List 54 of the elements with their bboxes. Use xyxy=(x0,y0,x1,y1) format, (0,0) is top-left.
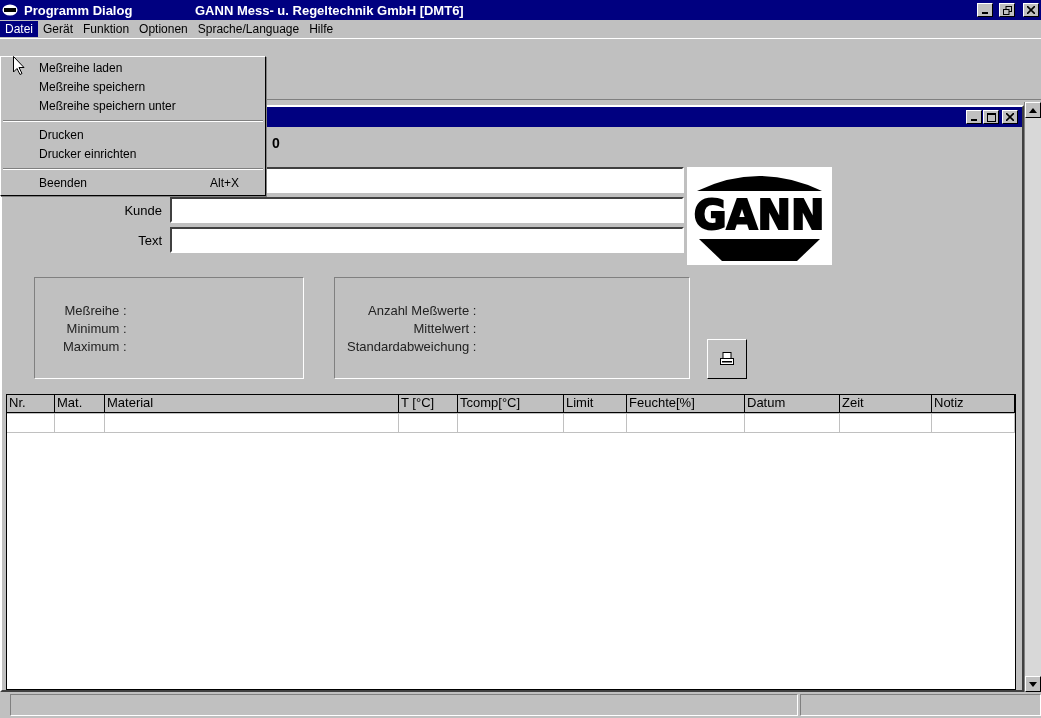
print-button[interactable] xyxy=(707,339,747,379)
down-arrow-icon xyxy=(1029,681,1037,687)
column-header[interactable]: Tcomp[°C] xyxy=(458,395,564,413)
minimize-button[interactable] xyxy=(977,3,993,17)
close-button[interactable] xyxy=(1023,3,1039,17)
column-header[interactable]: Notiz xyxy=(932,395,1015,413)
column-header[interactable]: Nr. xyxy=(7,395,55,413)
field-label: Text xyxy=(138,232,162,248)
window-title: GANN Mess- u. Regeltechnik GmbH [DMT6] xyxy=(195,2,465,18)
menu-entry[interactable]: Drucker einrichten xyxy=(1,145,265,164)
stat-label: Anzahl Meßwerte : xyxy=(368,302,477,318)
stat-label: Meßreihe : xyxy=(64,302,127,318)
column-header[interactable]: T [°C] xyxy=(399,395,458,413)
column-header[interactable]: Datum xyxy=(745,395,840,413)
field-label: Kunde xyxy=(124,202,162,218)
maximize-icon xyxy=(986,112,996,122)
logo: GANN xyxy=(687,167,832,265)
column-header[interactable]: Limit xyxy=(564,395,627,413)
input-field[interactable] xyxy=(170,227,684,253)
menu-item[interactable]: Sprache/Language xyxy=(192,21,305,37)
scroll-down-button[interactable] xyxy=(1025,676,1041,692)
stat-label: Minimum : xyxy=(66,320,127,336)
menu-entry[interactable]: Meßreihe speichern unter xyxy=(1,97,265,116)
app-title: Programm Dialog xyxy=(24,2,134,18)
menu-item[interactable]: Funktion xyxy=(78,21,135,37)
column-header[interactable]: Zeit xyxy=(840,395,932,413)
menu-entry[interactable]: Meßreihe laden xyxy=(1,59,265,78)
restore-button[interactable] xyxy=(999,3,1015,17)
column-header[interactable]: Feuchte[%] xyxy=(627,395,745,413)
vertical-scrollbar[interactable] xyxy=(1024,102,1041,692)
up-arrow-icon xyxy=(1029,107,1037,113)
menu-entry[interactable]: Beenden Alt+X xyxy=(1,174,265,193)
scroll-up-button[interactable] xyxy=(1025,102,1041,118)
maximize-button[interactable] xyxy=(983,110,999,124)
menu-entry[interactable]: Drucken xyxy=(1,126,265,145)
menu-item[interactable]: Hilfe xyxy=(304,21,339,37)
column-header[interactable]: Material xyxy=(105,395,399,413)
menu-item[interactable]: Datei xyxy=(0,21,38,37)
restore-icon xyxy=(1002,5,1012,15)
close-icon xyxy=(1006,113,1014,121)
close-button[interactable] xyxy=(1002,110,1018,124)
printer-icon xyxy=(719,351,735,367)
column-header[interactable]: Mat. xyxy=(55,395,105,413)
app-icon xyxy=(2,4,18,16)
minimize-button[interactable] xyxy=(966,110,982,124)
stat-label: Standardabweichung : xyxy=(347,338,477,354)
menu-item[interactable]: Gerät xyxy=(38,21,79,37)
stat-label: Mittelwert : xyxy=(413,320,477,336)
menu-item[interactable]: Optionen xyxy=(134,21,193,37)
close-icon xyxy=(1027,6,1035,14)
stat-label: Maximum : xyxy=(63,338,127,354)
input-field[interactable] xyxy=(170,197,684,223)
menu-entry[interactable]: Meßreihe speichern xyxy=(1,78,265,97)
header-value: 0 xyxy=(272,135,280,151)
